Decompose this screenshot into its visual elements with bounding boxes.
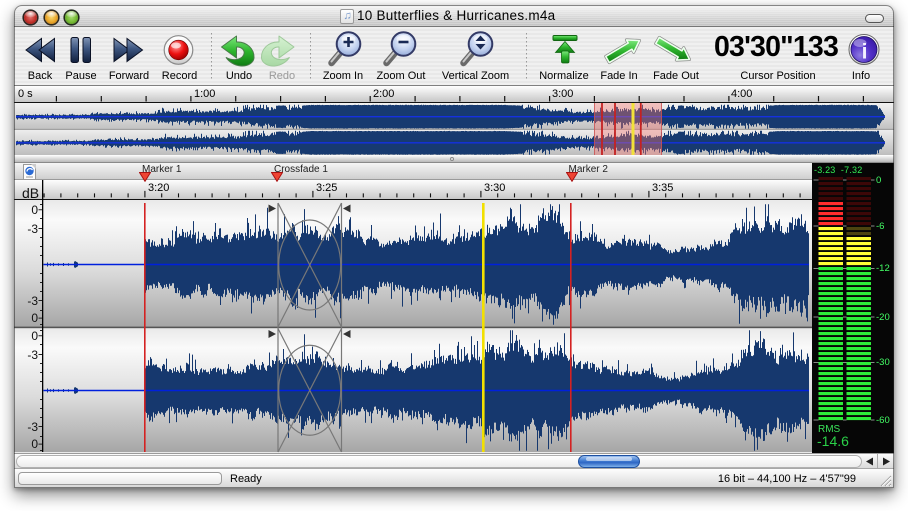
svg-text:i: i [862, 41, 868, 64]
